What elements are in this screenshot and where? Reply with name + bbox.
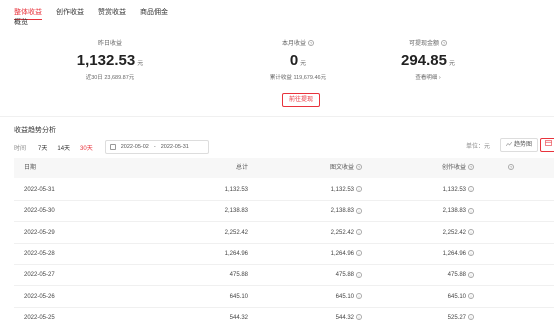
- cell-creative-income: 2,252.42 i: [443, 223, 474, 243]
- divider: [0, 116, 554, 117]
- tab-tip-income[interactable]: 赞赏收益: [98, 7, 126, 20]
- cell-total: 2,138.83: [224, 208, 248, 215]
- cell-creative-income: 475.88 i: [448, 265, 474, 285]
- time-label: 时间: [14, 145, 27, 152]
- date-start: 2022-05-02: [120, 144, 149, 150]
- info-icon[interactable]: i: [468, 186, 474, 193]
- header-date: 日期: [24, 165, 37, 171]
- cell-content-income: 1,132.53 i: [331, 180, 362, 200]
- cell-date: 2022-05-28: [24, 250, 55, 257]
- cell-total: 1,264.96: [224, 250, 248, 257]
- cell-content-income: 475.88 i: [336, 265, 362, 285]
- cell-date: 2022-05-31: [24, 187, 55, 193]
- info-icon[interactable]: i: [356, 250, 362, 257]
- info-icon[interactable]: i: [468, 314, 474, 321]
- table-icon: [545, 140, 552, 146]
- tab-commission[interactable]: 商品佣金: [140, 7, 168, 20]
- header-total: 总计: [235, 165, 248, 171]
- trend-chart-button[interactable]: 趋势图: [500, 138, 538, 152]
- stat-withdrawable: 可提现金额? 294.85 元 查看明细 ›: [388, 38, 468, 81]
- cell-total: 544.32: [229, 314, 248, 321]
- info-icon[interactable]: i: [356, 186, 362, 193]
- stat-value: 1,132.53 元: [76, 52, 144, 69]
- date-end: 2022-05-31: [160, 144, 189, 150]
- withdraw-button[interactable]: 前往提现: [282, 93, 320, 107]
- stat-yesterday: 昨日收益 1,132.53 元 近30日 23,689.87元: [70, 38, 150, 81]
- stat-label: 可提现金额?: [408, 40, 447, 47]
- table-view-button[interactable]: [540, 138, 554, 152]
- cell-total: 1,132.53: [224, 187, 248, 193]
- cell-content-income: 645.10 i: [336, 287, 362, 307]
- stat-label: 昨日收益: [97, 41, 122, 47]
- table-row: 2022-05-27 475.88 475.88 i 475.88 i: [14, 265, 554, 287]
- cell-content-income: 544.32 i: [336, 308, 362, 328]
- overview-label: 概览: [14, 19, 28, 26]
- cell-creative-income: 1,132.53 i: [443, 180, 474, 200]
- help-icon[interactable]: ?: [308, 40, 314, 47]
- cell-date: 2022-05-27: [24, 272, 55, 279]
- stat-sub: 近30日 23,689.87元: [85, 75, 135, 81]
- calendar-icon: [109, 144, 116, 150]
- table-row: 2022-05-25 544.32 544.32 i 525.27 i: [14, 308, 554, 328]
- help-icon[interactable]: ?: [441, 40, 447, 47]
- period-14d[interactable]: 14天: [57, 143, 70, 152]
- info-icon[interactable]: i: [356, 207, 362, 214]
- header-creative-income: 创作收益?: [441, 164, 474, 171]
- cell-creative-income: 1,264.96 i: [443, 244, 474, 264]
- stat-value: 0元: [289, 52, 307, 69]
- info-icon[interactable]: i: [356, 271, 362, 278]
- period-7d[interactable]: 7天: [38, 143, 47, 152]
- info-icon[interactable]: i: [356, 314, 362, 321]
- trend-icon: [505, 142, 512, 146]
- stat-label: 本月收益?: [281, 40, 314, 47]
- unit-label: 单位：元: [466, 144, 491, 150]
- cell-content-income: 1,264.96 i: [331, 244, 362, 264]
- info-icon[interactable]: i: [356, 229, 362, 236]
- cell-date: 2022-05-25: [24, 314, 55, 321]
- tab-creation-income[interactable]: 创作收益: [56, 7, 84, 20]
- income-tabs: 整体收益 创作收益 赞赏收益 商品佣金: [14, 7, 168, 20]
- cell-total: 2,252.42: [224, 229, 248, 236]
- cell-creative-income: 525.27 i: [448, 308, 474, 328]
- header-content-income: 图文收益?: [329, 164, 362, 171]
- header-extra: ?: [506, 158, 514, 178]
- table-row: 2022-05-29 2,252.42 2,252.42 i 2,252.42 i: [14, 223, 554, 244]
- cell-date: 2022-05-30: [24, 208, 55, 215]
- help-icon[interactable]: ?: [468, 164, 474, 171]
- cell-content-income: 2,138.83 i: [331, 201, 362, 221]
- cell-total: 645.10: [229, 293, 248, 300]
- cell-creative-income: 2,138.83 i: [443, 201, 474, 221]
- info-icon[interactable]: i: [468, 271, 474, 278]
- table-header: 日期 总计 图文收益? 创作收益? ?: [14, 158, 554, 178]
- help-icon[interactable]: ?: [356, 164, 362, 171]
- info-icon[interactable]: i: [468, 250, 474, 257]
- cell-content-income: 2,252.42 i: [331, 223, 362, 243]
- stat-month: 本月收益? 0元 累计收益 119,679.46元: [258, 38, 338, 81]
- info-icon[interactable]: i: [356, 292, 362, 299]
- date-separator: -: [153, 144, 156, 150]
- cell-date: 2022-05-26: [24, 293, 55, 300]
- section-title: 收益趋势分析: [14, 127, 56, 134]
- table-row: 2022-05-28 1,264.96 1,264.96 i 1,264.96 i: [14, 244, 554, 265]
- info-icon[interactable]: i: [468, 207, 474, 214]
- cell-date: 2022-05-29: [24, 229, 55, 236]
- table-row: 2022-05-31 1,132.53 1,132.53 i 1,132.53 i: [14, 180, 554, 201]
- view-details-link[interactable]: 查看明细 ›: [388, 73, 468, 81]
- table-row: 2022-05-26 645.10 645.10 i 645.10 i: [14, 287, 554, 308]
- info-icon[interactable]: i: [468, 292, 474, 299]
- help-icon[interactable]: ?: [508, 164, 514, 171]
- cell-creative-income: 645.10 i: [448, 287, 474, 307]
- info-icon[interactable]: i: [468, 229, 474, 236]
- date-range-picker[interactable]: 2022-05-02 - 2022-05-31: [104, 140, 209, 154]
- cell-total: 475.88: [229, 272, 248, 279]
- table-row: 2022-05-30 2,138.83 2,138.83 i 2,138.83 i: [14, 201, 554, 223]
- period-30d[interactable]: 30天: [80, 143, 93, 152]
- stat-sub: 累计收益 119,679.46元: [269, 75, 327, 81]
- stat-value: 294.85 元: [401, 52, 455, 69]
- period-controls: 时间 7天 14天 30天 2022-05-02 - 2022-05-31: [14, 140, 209, 154]
